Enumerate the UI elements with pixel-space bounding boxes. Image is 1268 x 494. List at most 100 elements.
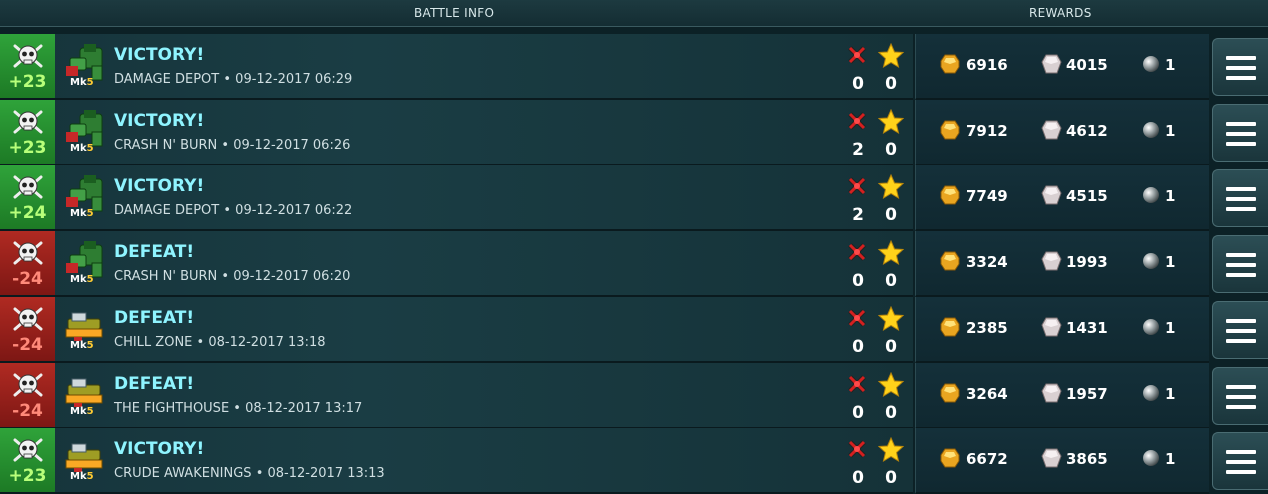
row-menu-button[interactable] [1212, 300, 1268, 359]
battle-map-date: CRASH N' BURN • 09-12-2017 06:20 [114, 269, 350, 284]
gold-icon [940, 185, 960, 205]
battle-result-title: DEFEAT! [114, 373, 195, 394]
star-icon [878, 371, 904, 397]
gold-icon [940, 251, 960, 271]
gold-icon [940, 120, 960, 140]
silver-icon [1041, 448, 1062, 468]
gold-value: 3324 [966, 253, 1008, 272]
rewards-cell: 3324 1993 1 [915, 231, 1209, 298]
kills-value: 2 [852, 205, 864, 226]
kills-icon [848, 177, 866, 196]
battle-info-cell[interactable]: -24 Mk5 DEFEAT! CRASH N' BURN • 09-12-20… [0, 231, 913, 298]
silver-value: 1957 [1066, 384, 1108, 403]
orb-icon [1143, 121, 1159, 138]
stars-value: 0 [885, 336, 897, 357]
hamburger-icon [1226, 253, 1256, 278]
orb-value: 1 [1165, 253, 1176, 272]
table-header: BATTLE INFO REWARDS [0, 0, 1268, 27]
battle-info-cell[interactable]: -24 Mk5 DEFEAT! THE FIGHTHOUSE • 08-12-2… [0, 362, 913, 429]
robot-mk-level: Mk5 [70, 339, 94, 351]
trophy-change: +23 [8, 137, 47, 158]
star-icon [878, 174, 904, 200]
battle-info-heading: BATTLE INFO [414, 6, 495, 20]
battle-info-cell[interactable]: +23 Mk5 VICTORY! CRUDE AWAKENINGS • 08-1… [0, 428, 913, 494]
battle-row[interactable]: +24 Mk5 VICTORY! DAMAGE DEPOT • 09-12-20… [0, 165, 1268, 232]
hamburger-icon [1226, 450, 1256, 475]
star-icon [878, 43, 904, 69]
gold-value: 7749 [966, 187, 1008, 206]
battle-row[interactable]: +23 Mk5 VICTORY! CRUDE AWAKENINGS • 08-1… [0, 428, 1268, 494]
battle-result-title: VICTORY! [114, 176, 205, 197]
row-menu-button[interactable] [1212, 432, 1268, 491]
battle-info-cell[interactable]: +23 Mk5 VICTORY! DAMAGE DEPOT • 09-12-20… [0, 34, 913, 100]
skull-icon [13, 241, 43, 265]
map-name: DAMAGE DEPOT [114, 203, 220, 219]
gold-icon [940, 383, 960, 402]
battle-row[interactable]: -24 Mk5 DEFEAT! CHILL ZONE • 08-12-2017 … [0, 296, 1268, 363]
battle-row[interactable]: +23 Mk5 VICTORY! DAMAGE DEPOT • 09-12-20… [0, 34, 1268, 100]
hamburger-icon [1226, 318, 1256, 343]
silver-value: 3865 [1066, 450, 1108, 469]
gold-value: 6916 [966, 56, 1008, 74]
robot-mk-level: Mk5 [70, 471, 94, 483]
rewards-cell: 2385 1431 1 [915, 296, 1209, 363]
separator: • [221, 269, 230, 285]
result-badge: +23 [0, 99, 55, 164]
robot-mk-level: Mk5 [70, 405, 94, 417]
separator: • [223, 72, 232, 87]
skull-icon [13, 438, 43, 462]
separator: • [255, 466, 264, 482]
stars-value: 0 [885, 468, 897, 489]
hamburger-icon [1226, 187, 1256, 212]
stars-value: 0 [885, 271, 897, 292]
star-icon [878, 437, 904, 463]
stars-value: 0 [885, 205, 897, 226]
gold-value: 2385 [966, 318, 1008, 337]
star-icon [878, 305, 904, 331]
battle-info-cell[interactable]: +24 Mk5 VICTORY! DAMAGE DEPOT • 09-12-20… [0, 165, 913, 232]
skull-icon [13, 175, 43, 199]
battle-date: 09-12-2017 06:29 [235, 72, 353, 87]
kills-icon [848, 46, 866, 64]
hamburger-icon [1226, 384, 1256, 409]
battle-date: 09-12-2017 06:20 [233, 269, 351, 285]
separator: • [233, 400, 241, 416]
kills-value: 0 [852, 468, 864, 489]
rewards-cell: 7749 4515 1 [915, 165, 1209, 232]
row-menu-button[interactable] [1212, 235, 1268, 294]
result-badge: -24 [0, 362, 55, 427]
result-badge: +23 [0, 34, 55, 98]
silver-icon [1041, 54, 1062, 74]
silver-value: 4515 [1066, 187, 1108, 206]
kills-icon [848, 309, 866, 327]
battle-row[interactable]: -24 Mk5 DEFEAT! CRASH N' BURN • 09-12-20… [0, 231, 1268, 298]
battle-map-date: CHILL ZONE • 08-12-2017 13:18 [114, 335, 326, 350]
battle-info-cell[interactable]: -24 Mk5 DEFEAT! CHILL ZONE • 08-12-2017 … [0, 296, 913, 363]
battle-row[interactable]: +23 Mk5 VICTORY! CRASH N' BURN • 09-12-2… [0, 99, 1268, 166]
star-icon [878, 240, 904, 266]
battle-row[interactable]: -24 Mk5 DEFEAT! THE FIGHTHOUSE • 08-12-2… [0, 362, 1268, 429]
battle-result-title: VICTORY! [114, 45, 205, 65]
kills-icon [848, 243, 866, 261]
gold-icon [940, 448, 960, 468]
rewards-cell: 6672 3865 1 [915, 428, 1209, 494]
silver-icon [1041, 317, 1062, 337]
robot-mk-level: Mk5 [70, 274, 94, 286]
battle-date: 09-12-2017 06:22 [235, 203, 353, 219]
trophy-change: -24 [12, 269, 43, 290]
silver-icon [1041, 185, 1062, 205]
orb-icon [1143, 253, 1159, 270]
orb-value: 1 [1165, 56, 1176, 74]
battle-info-cell[interactable]: +23 Mk5 VICTORY! CRASH N' BURN • 09-12-2… [0, 99, 913, 166]
stars-value: 0 [885, 139, 897, 160]
row-menu-button[interactable] [1212, 169, 1268, 228]
row-menu-button[interactable] [1212, 103, 1268, 162]
row-menu-button[interactable] [1212, 366, 1268, 425]
silver-value: 1993 [1066, 253, 1108, 272]
kills-icon [848, 440, 866, 458]
kills-value: 0 [852, 74, 864, 94]
orb-icon [1143, 56, 1159, 72]
hamburger-icon [1226, 121, 1256, 146]
trophy-change: +23 [8, 466, 47, 487]
row-menu-button[interactable] [1212, 38, 1268, 96]
